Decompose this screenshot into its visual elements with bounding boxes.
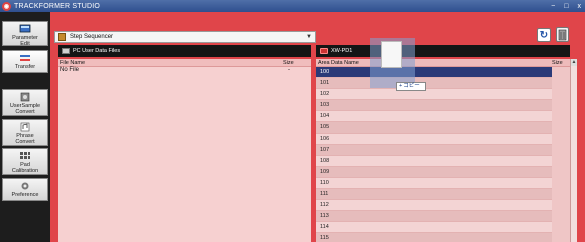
pc-files-list[interactable]: File Name Size No File - [58,59,311,242]
table-row[interactable]: 111 [316,189,552,201]
refresh-button[interactable]: ↻ [537,28,551,42]
delete-button[interactable] [556,27,569,42]
column-size[interactable]: Size [552,59,563,67]
table-row[interactable]: 100 [316,67,552,79]
close-icon[interactable]: x [578,3,582,10]
sequencer-icon [58,33,66,41]
list-item: No File [60,67,80,73]
device-header: XW-PD1 [316,45,570,57]
table-row[interactable]: 115 [316,233,552,242]
table-row[interactable]: 107 [316,144,552,156]
device-rows: 100 101 102 103 104 105 106 107 108 109 110 111 112 1… [316,67,552,242]
column-file-name[interactable]: File Name [60,59,85,67]
table-row[interactable]: 101 [316,78,552,90]
table-row[interactable]: 108 [316,155,552,167]
sidebar-item-preference[interactable]: Preference [2,178,48,201]
refresh-icon: ↻ [539,29,549,41]
table-row[interactable]: 113 [316,211,552,223]
sidebar: Parameter Edit Transfer UserSample Conve… [0,12,50,242]
chevron-down-icon: ▼ [306,34,312,40]
title-bar: ◉ TRACKFORMER STUDIO − □ x [0,0,585,12]
table-row[interactable]: 102 [316,89,552,101]
pc-files-header: PC User Data Files [58,45,311,57]
list-item-size: - [288,67,290,73]
plus-icon: + [399,83,403,89]
computer-icon [62,48,70,54]
usersample-convert-icon [19,92,31,102]
sidebar-item-pad-calibration[interactable]: Pad Calibration [2,148,48,175]
window-controls: − □ x [551,0,581,12]
table-row[interactable]: 106 [316,133,552,145]
app-logo-icon: ◉ [2,1,11,11]
pad-calibration-icon [19,151,31,161]
table-row[interactable]: 112 [316,200,552,212]
scrollbar[interactable]: ▲ [570,59,577,242]
copy-tooltip: + コピー [396,82,426,91]
sidebar-item-phrase-convert[interactable]: Phrase Convert [2,119,48,146]
gear-icon [19,181,31,191]
file-icon [381,41,402,68]
device-column-header: Area Data Name Size [316,59,570,67]
phrase-convert-icon [19,122,31,132]
transfer-icon [19,53,31,63]
pc-files-column-header: File Name Size [58,59,311,67]
table-row[interactable]: 114 [316,222,552,234]
sidebar-item-parameter-edit[interactable]: Parameter Edit [2,21,48,47]
sidebar-item-usersample-convert[interactable]: UserSample Convert [2,89,48,116]
sequencer-select[interactable]: Step Sequencer ▼ [54,31,316,43]
table-row[interactable]: 105 [316,122,552,134]
column-size[interactable]: Size [283,59,294,67]
column-area[interactable]: Area [318,59,330,67]
parameter-edit-icon [19,24,31,34]
scroll-up-icon[interactable]: ▲ [571,59,577,66]
minimize-icon[interactable]: − [551,3,555,10]
trash-icon [558,29,567,41]
device-icon [320,48,328,54]
device-data-list[interactable]: Area Data Name Size 100 101 102 103 104 105 10… [316,59,570,242]
table-row[interactable]: 109 [316,166,552,178]
drag-ghost [370,38,415,88]
sidebar-item-transfer[interactable]: Transfer [2,50,48,73]
maximize-icon[interactable]: □ [564,3,568,10]
table-row[interactable]: 104 [316,111,552,123]
table-row[interactable]: 103 [316,100,552,112]
window-title: TRACKFORMER STUDIO [14,2,101,10]
column-data-name[interactable]: Data Name [331,59,359,67]
table-row[interactable]: 110 [316,177,552,190]
